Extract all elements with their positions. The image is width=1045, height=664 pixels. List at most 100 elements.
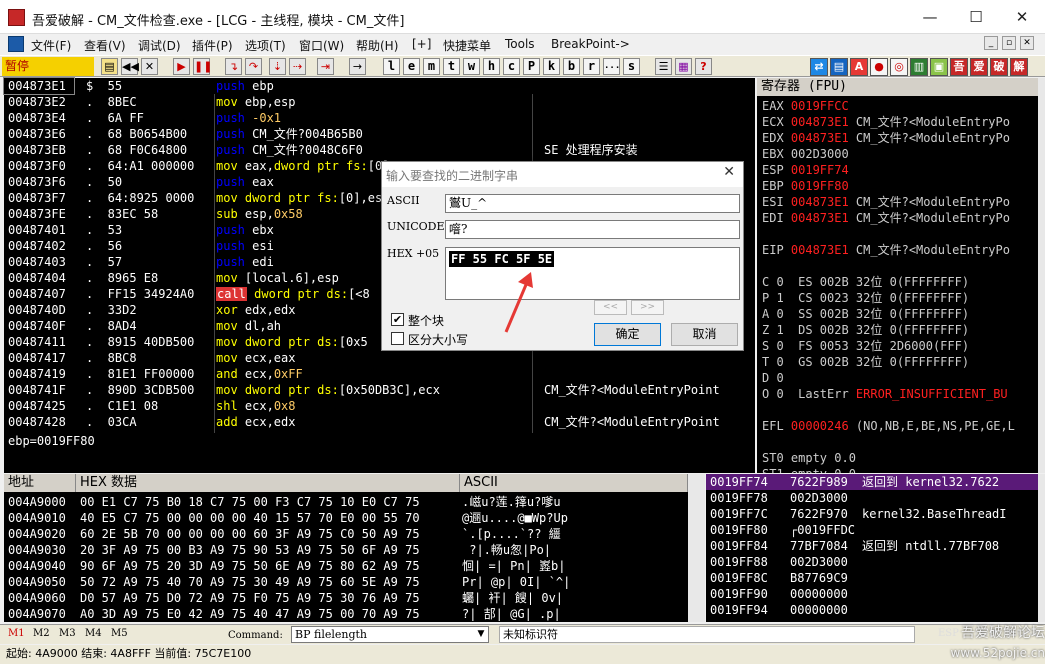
step-into-icon[interactable]: ↴ xyxy=(225,58,242,75)
stack-pane[interactable]: 0019FF74 7622F989 返回到 kernel32.7622 0019FF7… xyxy=(706,474,1038,622)
menu-plugins[interactable]: 插件(P) xyxy=(192,37,233,54)
a-icon[interactable]: A xyxy=(850,58,868,76)
list-icon[interactable]: ☰ xyxy=(655,58,672,75)
registers-scrollbar[interactable] xyxy=(1038,78,1045,473)
register-line[interactable]: EDI 004873E1 CM_文件?<ModuleEntryPo xyxy=(762,210,1010,226)
references-button[interactable]: r xyxy=(583,58,600,75)
disasm-row[interactable]: 004873EB . 68 F0C64800 push CM_文件?0048C6F0… xyxy=(4,142,755,158)
register-line[interactable]: EDX 004873E1 CM_文件?<ModuleEntryPo xyxy=(762,130,1010,146)
whole-block-checkbox[interactable]: ✔ xyxy=(391,313,404,326)
breakpoints-button[interactable]: b xyxy=(563,58,580,75)
menu-debug[interactable]: 调试(D) xyxy=(138,37,181,54)
close-icon[interactable]: ✕ xyxy=(141,58,158,75)
dump-row[interactable]: 004A9030 20 3F A9 75 00 B3 A9 75 90 53 A9… xyxy=(4,542,688,558)
stack-row[interactable]: 0019FF78 002D3000 xyxy=(706,490,1038,506)
source-button[interactable]: s xyxy=(623,58,640,75)
pause-icon[interactable]: ❚❚ xyxy=(193,58,212,75)
po-button[interactable]: 破 xyxy=(990,58,1008,76)
close-button[interactable]: ✕ xyxy=(999,0,1045,34)
mdi-close-button[interactable]: ✕ xyxy=(1020,36,1034,50)
minimize-button[interactable]: — xyxy=(907,0,953,34)
menu-breakpoint[interactable]: BreakPoint-> xyxy=(551,37,630,51)
step-over-icon[interactable]: ↷ xyxy=(245,58,262,75)
dump-row[interactable]: 004A9060 D0 57 A9 75 D0 72 A9 75 F0 75 A9… xyxy=(4,590,688,606)
command-input[interactable]: BP filelength xyxy=(291,626,489,643)
disasm-row[interactable]: 00487428 . 03CA add ecx,edx CM_文件?<ModuleEn… xyxy=(4,414,755,430)
target-icon[interactable]: ◎ xyxy=(890,58,908,76)
refresh-icon[interactable]: ⇄ xyxy=(810,58,828,76)
ascii-field[interactable]: 鸑U_^ xyxy=(445,194,740,213)
trace-into-icon[interactable]: ⇣ xyxy=(269,58,286,75)
register-line[interactable]: S 0 FS 0053 32位 2D6000(FFF) xyxy=(762,338,969,354)
stack-row[interactable]: 0019FF94 00000000 xyxy=(706,602,1038,618)
register-line[interactable]: ST1 empty 0.0 xyxy=(762,466,856,473)
ai-button[interactable]: 爱 xyxy=(970,58,988,76)
disasm-row[interactable]: 00487419 . 81E1 FF00000 and ecx,0xFF xyxy=(4,366,755,382)
jie-button[interactable]: 解 xyxy=(1010,58,1028,76)
memory-button[interactable]: m xyxy=(423,58,440,75)
stack-row[interactable]: 0019FF88 002D3000 xyxy=(706,554,1038,570)
menu-plus[interactable]: [+] xyxy=(412,37,431,51)
trace-over-icon[interactable]: ⇢ xyxy=(289,58,306,75)
handles-button[interactable]: h xyxy=(483,58,500,75)
register-line[interactable]: P 1 CS 0023 32位 0(FFFFFFFF) xyxy=(762,290,969,306)
threads-button[interactable]: t xyxy=(443,58,460,75)
mdi-restore-button[interactable]: ▫ xyxy=(1002,36,1016,50)
menu-shortcut[interactable]: 快捷菜单 xyxy=(443,37,491,54)
maximize-button[interactable]: ☐ xyxy=(953,0,999,34)
menu-help[interactable]: 帮助(H) xyxy=(356,37,398,54)
register-line[interactable]: EBP 0019FF80 xyxy=(762,178,849,194)
registers-pane[interactable]: 寄存器 (FPU) EAX 0019FFCC ECX 004873E1 CM_文件… xyxy=(757,78,1038,473)
stack-row[interactable]: 0019FF84 77BF7084 返回到 ntdll.77BF708 xyxy=(706,538,1038,554)
log-window-button[interactable]: l xyxy=(383,58,400,75)
menu-view[interactable]: 查看(V) xyxy=(84,37,126,54)
menu-file[interactable]: 文件(F) xyxy=(31,37,71,54)
menu-window[interactable]: 窗口(W) xyxy=(299,37,344,54)
register-line[interactable]: A 0 SS 002B 32位 0(FFFFFFFF) xyxy=(762,306,969,322)
cancel-button[interactable]: 取消 xyxy=(671,323,738,346)
stack-row[interactable]: 0019FF74 7622F989 返回到 kernel32.7622 xyxy=(706,474,1038,490)
case-sensitive-checkbox[interactable] xyxy=(391,332,404,345)
dump-row[interactable]: 004A9050 50 72 A9 75 40 70 A9 75 30 49 A9… xyxy=(4,574,688,590)
disasm-row[interactable]: 004873E1 $ 55 push ebp xyxy=(3,77,755,95)
app-menu-icon[interactable] xyxy=(8,36,24,52)
register-line[interactable]: EAX 0019FFCC xyxy=(762,98,849,114)
next-button[interactable]: >> xyxy=(631,300,664,315)
disasm-row[interactable]: 004873E2 . 8BEC mov ebp,esp xyxy=(4,94,755,110)
memory-dump-pane[interactable]: 地址 HEX 数据 ASCII 004A9000 00 E1 C7 75 B0 1… xyxy=(4,474,688,622)
stack-scrollbar[interactable] xyxy=(1038,474,1045,622)
run-icon[interactable]: ▶ xyxy=(173,58,190,75)
marker-m2[interactable]: M2 xyxy=(33,628,50,639)
window-list-icon[interactable]: ▤ xyxy=(830,58,848,76)
register-line[interactable]: ST0 empty 0.0 xyxy=(762,450,856,466)
dialog-close-button[interactable]: ✕ xyxy=(723,164,735,180)
run-trace-button[interactable]: ... xyxy=(603,58,620,75)
register-line[interactable]: C 0 ES 002B 32位 0(FFFFFFFF) xyxy=(762,274,969,290)
disasm-row[interactable]: 00487425 . C1E1 08 shl ecx,0x8 xyxy=(4,398,755,414)
chart-icon[interactable]: ▥ xyxy=(910,58,928,76)
stack-row[interactable]: 0019FF80 ┌0019FFDC xyxy=(706,522,1038,538)
record-icon[interactable]: ● xyxy=(870,58,888,76)
wu-button[interactable]: 吾 xyxy=(950,58,968,76)
register-line[interactable]: ECX 004873E1 CM_文件?<ModuleEntryPo xyxy=(762,114,1010,130)
register-line[interactable]: Z 1 DS 002B 32位 0(FFFFFFFF) xyxy=(762,322,969,338)
stack-row[interactable]: 0019FF8C B87769C9 xyxy=(706,570,1038,586)
patches-button[interactable]: P xyxy=(523,58,540,75)
dump-row[interactable]: 004A9000 00 E1 C7 75 B0 18 C7 75 00 F3 C7… xyxy=(4,494,688,510)
disasm-row[interactable]: 004873E6 . 68 B0654B00 push CM_文件?004B65B0 xyxy=(4,126,755,142)
dump-row[interactable]: 004A9020 60 2E 5B 70 00 00 00 00 60 3F A9… xyxy=(4,526,688,542)
calc-icon[interactable]: ▣ xyxy=(930,58,948,76)
prev-button[interactable]: << xyxy=(594,300,627,315)
stack-row[interactable]: 0019FF7C 7622F970 kernel32.BaseThreadI xyxy=(706,506,1038,522)
dump-scrollbar[interactable] xyxy=(688,474,705,622)
register-line[interactable]: D 0 xyxy=(762,370,784,386)
marker-m4[interactable]: M4 xyxy=(85,628,102,639)
dump-header-address[interactable]: 地址 xyxy=(4,474,76,492)
open-icon[interactable]: ▤ xyxy=(101,58,118,75)
hex-field[interactable]: FF 55 FC 5F 5E xyxy=(445,247,740,300)
goto-icon[interactable]: → xyxy=(349,58,366,75)
dump-row[interactable]: 004A9010 40 E5 C7 75 00 00 00 00 40 15 57… xyxy=(4,510,688,526)
unicode-field[interactable]: 噾? xyxy=(445,220,740,239)
register-line[interactable]: ESI 004873E1 CM_文件?<ModuleEntryPo xyxy=(762,194,1010,210)
restart-icon[interactable]: ◀◀ xyxy=(121,58,139,75)
